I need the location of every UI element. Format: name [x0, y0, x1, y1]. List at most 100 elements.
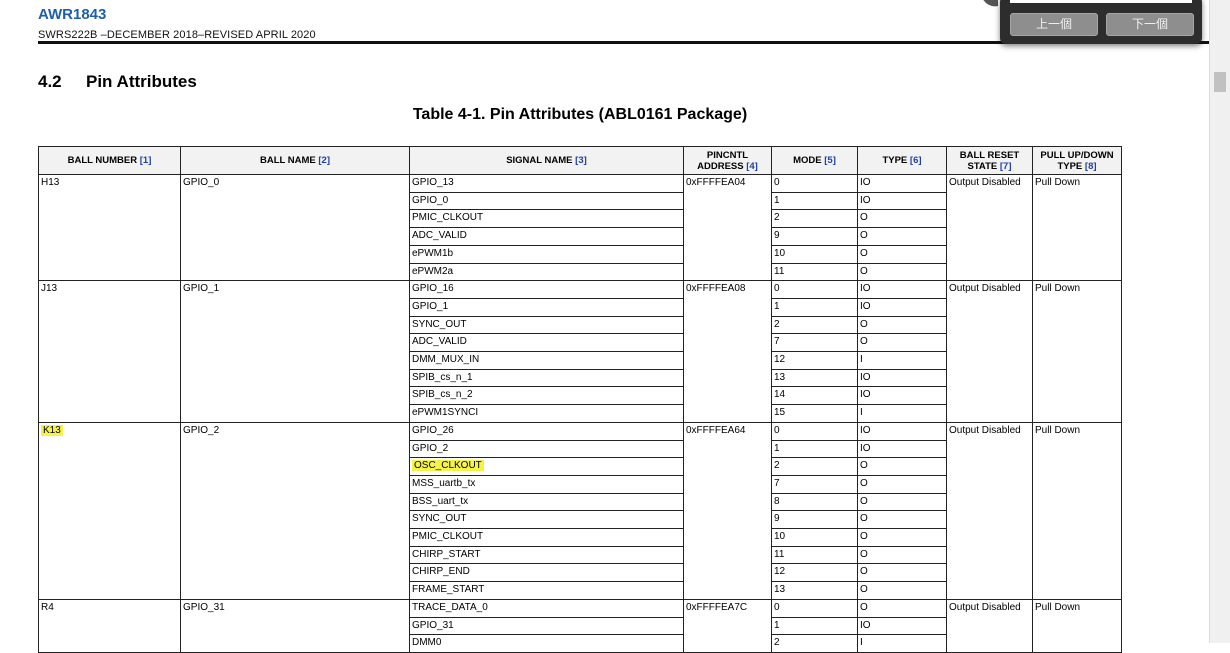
type-cell: O [857, 563, 947, 583]
type-cell: O [857, 262, 947, 282]
signal-name-cell: FRAME_START [409, 581, 684, 600]
signal-name-text: GPIO_1 [412, 300, 449, 312]
footnote-link[interactable]: [5] [824, 155, 836, 166]
ball-reset-state-cell-text: Output Disabled [949, 424, 1021, 436]
pincntl-address-cell: 0xFFFFEA7C [683, 598, 772, 653]
pull-type-cell: Pull Down [1032, 173, 1122, 282]
footnote-link[interactable]: [4] [746, 161, 758, 172]
signal-name-cell: OSC_CLKOUT [409, 457, 684, 476]
signal-name-text: GPIO_13 [412, 177, 454, 188]
signal-name-text: SYNC_OUT [412, 513, 467, 525]
ball-number-cell-text: K13 [41, 424, 63, 436]
signal-name-text: BSS_uart_tx [412, 495, 469, 507]
type-cell: O [857, 528, 947, 547]
ball-reset-state-cell: Output Disabled [946, 598, 1033, 653]
signal-name-text: SYNC_OUT [412, 318, 467, 330]
mode-cell: 0 [771, 174, 858, 193]
signal-name-cell: MSS_uartb_tx [409, 474, 684, 494]
signal-name-cell: SPIB_cs_n_2 [409, 386, 684, 406]
signal-name-text: PMIC_CLKOUT [412, 212, 484, 224]
header-ball-reset-state: BALL RESET STATE [7] [946, 146, 1033, 175]
mode-cell: 13 [771, 368, 858, 388]
popup-pointer-icon [983, 0, 998, 7]
signal-name-cell: GPIO_31 [409, 616, 684, 636]
next-button[interactable]: 下一個 [1106, 13, 1194, 36]
type-cell: O [857, 510, 947, 530]
header-type: TYPE [6] [857, 146, 947, 175]
mode-cell: 12 [771, 563, 858, 583]
ball-name-cell: GPIO_2 [180, 421, 410, 600]
footnote-link[interactable]: [2] [318, 155, 330, 166]
signal-name-text: GPIO_0 [412, 194, 449, 206]
footnote-link[interactable]: [7] [1000, 161, 1012, 172]
mode-cell: 7 [771, 333, 858, 353]
signal-name-text: OSC_CLKOUT [412, 460, 484, 472]
ball-name-cell-text: GPIO_31 [183, 601, 225, 613]
pull-type-cell: Pull Down [1032, 421, 1122, 600]
pin-attributes-table: BALL NUMBER [1] BALL NAME [2] SIGNAL NAM… [38, 146, 1122, 653]
signal-name-cell: DMM_MUX_IN [409, 351, 684, 370]
type-cell: IO [857, 439, 947, 459]
find-popup: 上一個 下一個 [1000, 0, 1202, 44]
ball-reset-state-cell: Output Disabled [946, 280, 1033, 423]
type-cell: IO [857, 616, 947, 636]
footnote-link[interactable]: [3] [575, 155, 587, 166]
mode-cell: 1 [771, 616, 858, 636]
footnote-link[interactable]: [6] [910, 155, 922, 166]
signal-name-text: ADC_VALID [412, 230, 467, 242]
pull-type-cell-text: Pull Down [1035, 601, 1081, 613]
type-cell: O [857, 581, 947, 600]
type-cell: IO [857, 280, 947, 299]
ball-number-cell: H13 [38, 173, 181, 282]
mode-cell: 13 [771, 581, 858, 600]
header-signal-name: SIGNAL NAME [3] [409, 146, 684, 175]
signal-name-text: GPIO_31 [412, 619, 454, 631]
footnote-link[interactable]: [1] [140, 155, 152, 166]
signal-name-cell: SYNC_OUT [409, 510, 684, 530]
signal-name-text: MSS_uartb_tx [412, 477, 476, 489]
type-cell: I [857, 351, 947, 370]
signal-name-cell: GPIO_16 [409, 280, 684, 299]
mode-cell: 0 [771, 421, 858, 441]
ball-reset-state-cell-text: Output Disabled [949, 601, 1021, 613]
type-cell: O [857, 598, 947, 618]
previous-button[interactable]: 上一個 [1010, 13, 1098, 36]
header-ball-number: BALL NUMBER [1] [38, 146, 181, 175]
signal-name-cell: GPIO_13 [409, 174, 684, 193]
signal-name-text: GPIO_16 [412, 283, 454, 295]
header-pincntl-address: PINCNTL ADDRESS [4] [683, 146, 772, 175]
type-cell: O [857, 315, 947, 335]
vertical-scrollbar[interactable] [1209, 0, 1230, 643]
header-ball-name: BALL NAME [2] [180, 146, 410, 175]
mode-cell: 14 [771, 386, 858, 406]
scrollbar-thumb[interactable] [1214, 72, 1226, 92]
type-cell: O [857, 492, 947, 512]
signal-name-cell: TRACE_DATA_0 [409, 598, 684, 618]
type-cell: IO [857, 174, 947, 193]
signal-name-cell: GPIO_26 [409, 421, 684, 441]
type-cell: IO [857, 386, 947, 406]
mode-cell: 11 [771, 262, 858, 282]
signal-name-text: SPIB_cs_n_2 [412, 389, 473, 401]
mode-cell: 15 [771, 404, 858, 423]
signal-name-cell: BSS_uart_tx [409, 492, 684, 512]
signal-name-text: PMIC_CLKOUT [412, 531, 484, 543]
signal-name-cell: ADC_VALID [409, 333, 684, 353]
signal-name-text: DMM_MUX_IN [412, 354, 480, 366]
pincntl-address-cell-text: 0xFFFFEA04 [686, 177, 746, 188]
ball-name-cell: GPIO_31 [180, 598, 410, 653]
mode-cell: 2 [771, 315, 858, 335]
mode-cell: 0 [771, 598, 858, 618]
find-input[interactable] [1010, 0, 1192, 3]
header-pull-up-down-type: PULL UP/DOWN TYPE [8] [1032, 146, 1122, 175]
mode-cell: 9 [771, 227, 858, 246]
header-mode: MODE [5] [771, 146, 858, 175]
signal-name-text: ePWM1SYNCI [412, 407, 479, 419]
ball-name-cell-text: GPIO_1 [183, 283, 220, 295]
ball-number-cell: R4 [38, 598, 181, 653]
footnote-link[interactable]: [8] [1085, 161, 1097, 172]
ball-number-cell: K13 [38, 421, 181, 600]
mode-cell: 1 [771, 297, 858, 317]
mode-cell: 1 [771, 439, 858, 459]
document-title: AWR1843 [38, 6, 107, 23]
